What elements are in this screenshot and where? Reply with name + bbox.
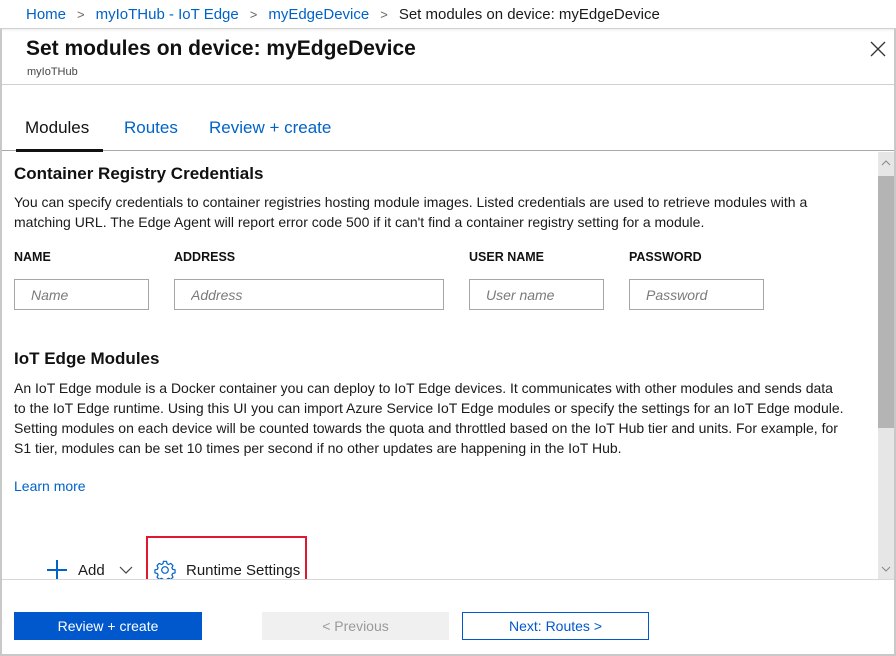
- tab-review-create[interactable]: Review + create: [209, 118, 331, 138]
- close-icon: [870, 41, 886, 57]
- runtime-settings-label: Runtime Settings: [186, 561, 301, 579]
- scroll-up-button[interactable]: [878, 154, 894, 170]
- runtime-settings-button[interactable]: Runtime Settings: [154, 559, 300, 579]
- vertical-scrollbar[interactable]: [878, 152, 894, 579]
- panel-header: Set modules on device: myEdgeDevice myIo…: [2, 29, 894, 85]
- password-label: PASSWORD: [629, 250, 702, 264]
- modules-section-title: IoT Edge Modules: [14, 349, 160, 368]
- address-input[interactable]: [174, 279, 444, 310]
- name-input[interactable]: [14, 279, 149, 310]
- breadcrumb-device[interactable]: myEdgeDevice: [268, 6, 369, 23]
- breadcrumb-separator: >: [249, 6, 258, 22]
- breadcrumb-iot-edge[interactable]: myIoTHub - IoT Edge: [96, 6, 239, 23]
- chevron-up-icon: [881, 159, 891, 165]
- gear-icon: [154, 560, 176, 579]
- page-subtitle: myIoTHub: [27, 66, 78, 78]
- tab-modules[interactable]: Modules: [25, 118, 89, 138]
- scroll-thumb[interactable]: [878, 176, 894, 428]
- name-label: NAME: [14, 250, 51, 264]
- content-area: Container Registry Credentials You can s…: [2, 152, 878, 579]
- learn-more-link[interactable]: Learn more: [14, 478, 86, 494]
- chevron-down-icon: [119, 566, 133, 574]
- next-routes-button[interactable]: Next: Routes >: [462, 612, 649, 640]
- review-create-button[interactable]: Review + create: [14, 612, 202, 640]
- breadcrumb-separator: >: [77, 6, 85, 22]
- footer-bar: Review + create < Previous Next: Routes …: [2, 579, 894, 654]
- modules-description: An IoT Edge module is a Docker container…: [14, 380, 844, 456]
- previous-button: < Previous: [262, 612, 449, 640]
- chevron-down-icon: [881, 566, 891, 572]
- tab-routes[interactable]: Routes: [124, 118, 178, 138]
- add-label: Add: [78, 561, 105, 579]
- scroll-down-button[interactable]: [878, 561, 894, 577]
- breadcrumb-home[interactable]: Home: [26, 6, 66, 23]
- password-input[interactable]: [629, 279, 764, 310]
- tab-bar: Modules Routes Review + create: [2, 85, 894, 152]
- add-module-button[interactable]: Add: [46, 559, 133, 579]
- address-label: ADDRESS: [174, 250, 236, 264]
- breadcrumb: Home > myIoTHub - IoT Edge > myEdgeDevic…: [0, 0, 896, 29]
- breadcrumb-separator: >: [380, 6, 388, 22]
- page-title: Set modules on device: myEdgeDevice: [26, 37, 416, 60]
- set-modules-panel: Set modules on device: myEdgeDevice myIo…: [0, 29, 896, 656]
- registry-description: You can specify credentials to container…: [14, 194, 808, 230]
- breadcrumb-current: Set modules on device: myEdgeDevice: [398, 5, 660, 23]
- registry-section-title: Container Registry Credentials: [14, 164, 264, 183]
- username-input[interactable]: [469, 279, 604, 310]
- close-button[interactable]: [866, 37, 890, 61]
- username-label: USER NAME: [469, 250, 545, 264]
- plus-icon: [47, 560, 67, 579]
